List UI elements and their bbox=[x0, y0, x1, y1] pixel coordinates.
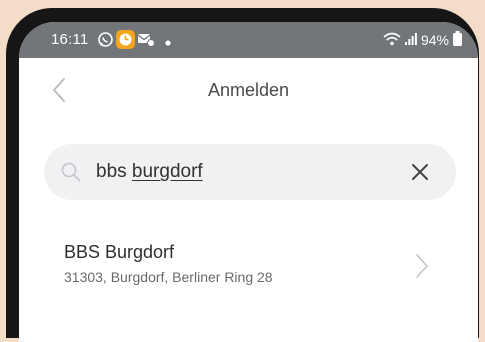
list-item[interactable]: BBS Burgdorf 31303, Burgdorf, Berliner R… bbox=[19, 232, 478, 296]
phone-frame: 16:11 94% Anmelden bbs burgdorf BBS Burg… bbox=[6, 8, 479, 342]
page-title: Anmelden bbox=[207, 80, 290, 100]
close-icon bbox=[412, 164, 428, 180]
result-title: BBS Burgdorf bbox=[64, 242, 175, 262]
search-bar[interactable]: bbs burgdorf bbox=[44, 144, 456, 200]
notification-icons bbox=[97, 30, 171, 54]
message-icon bbox=[137, 32, 155, 53]
app-bar: Anmelden bbox=[19, 58, 478, 124]
status-right: 94% bbox=[383, 31, 462, 49]
search-icon bbox=[60, 161, 82, 183]
more-notifications-dot-icon bbox=[165, 33, 171, 51]
clock-app-icon bbox=[116, 30, 135, 54]
whatsapp-icon bbox=[97, 31, 114, 53]
chevron-right-icon bbox=[414, 252, 430, 280]
search-input[interactable]: bbs burgdorf bbox=[96, 161, 203, 183]
search-query-underlined: burgdorf bbox=[131, 161, 203, 182]
battery-percent: 94% bbox=[420, 32, 449, 48]
signal-icon bbox=[404, 32, 417, 48]
status-bar: 16:11 94% bbox=[19, 22, 478, 58]
result-address: 31303, Burgdorf, Berliner Ring 28 bbox=[64, 269, 273, 285]
status-time: 16:11 bbox=[51, 31, 89, 48]
battery-icon bbox=[453, 31, 462, 49]
app-screen: 16:11 94% Anmelden bbs burgdorf BBS Burg… bbox=[19, 22, 478, 342]
wifi-icon bbox=[383, 32, 401, 49]
clear-search-button[interactable] bbox=[410, 162, 430, 182]
search-query-prefix: bbs bbox=[96, 161, 132, 182]
